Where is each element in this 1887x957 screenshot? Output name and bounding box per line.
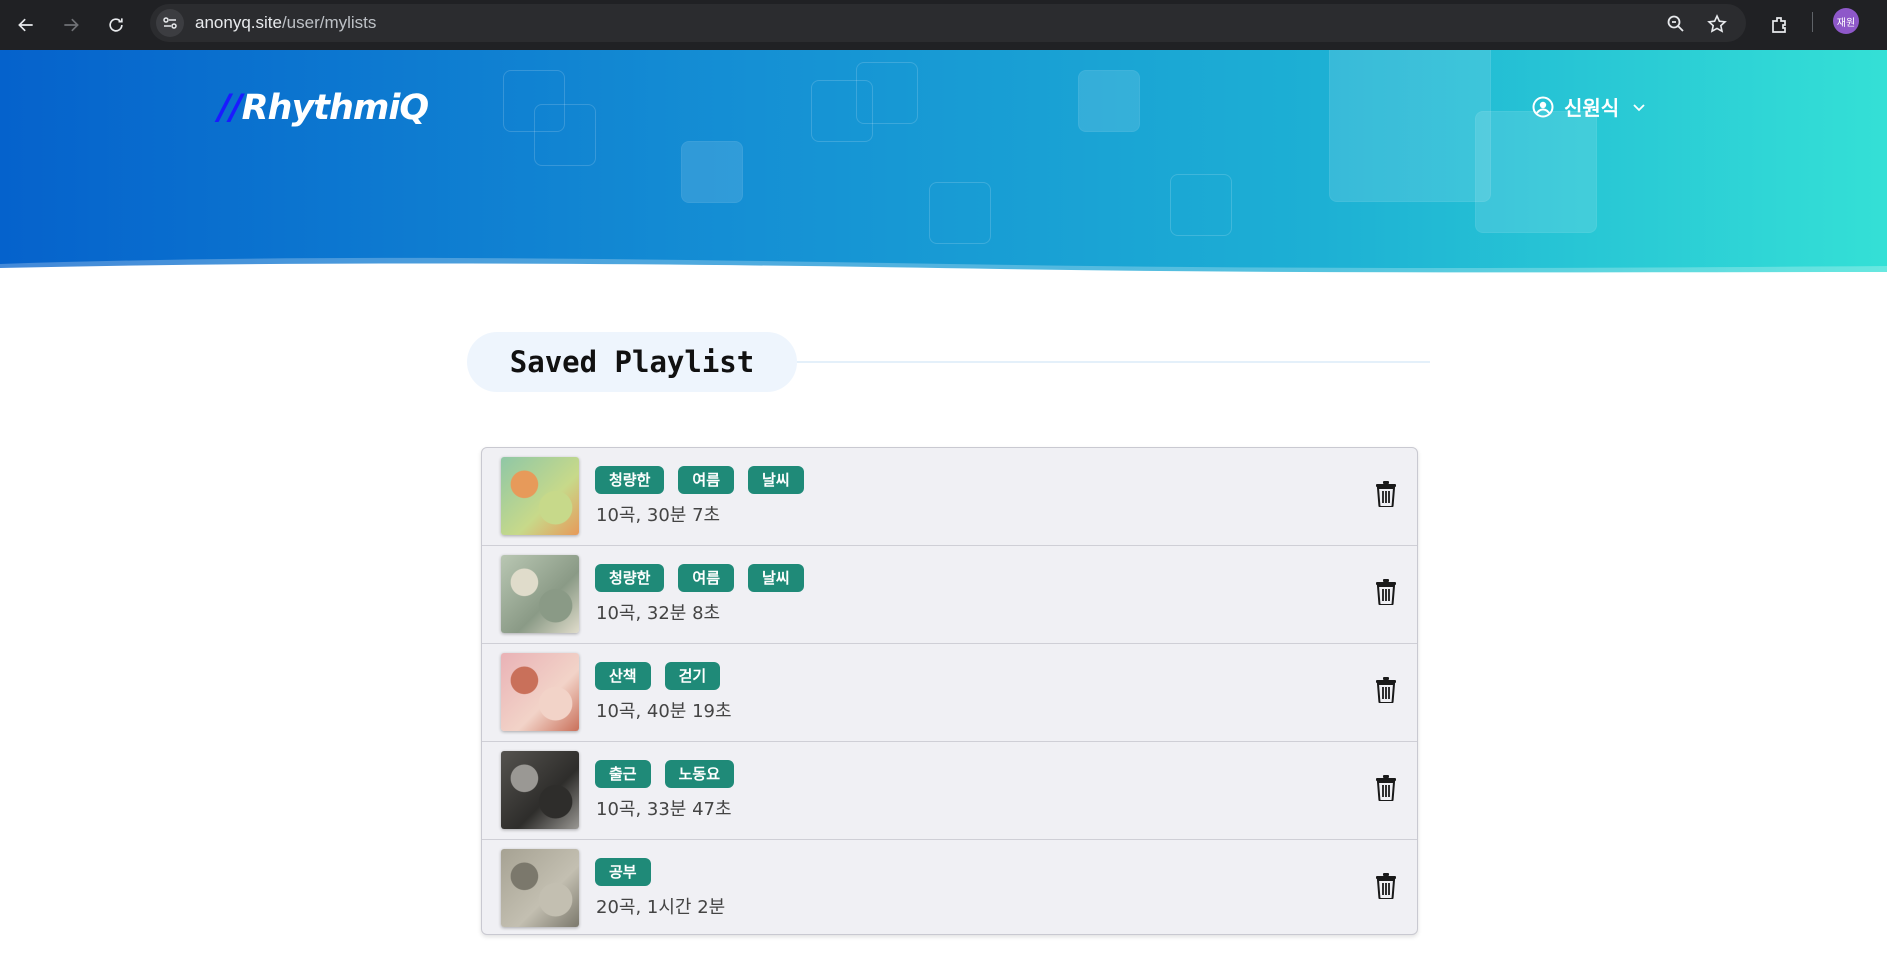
site-logo[interactable]: //RhythmiQ [218,88,430,128]
mood-tag: 여름 [678,564,735,592]
address-bar[interactable]: anonyq.site/user/mylists [150,4,1746,42]
site-header: //RhythmiQ 신원식 [0,50,1887,276]
mood-tag: 청량한 [595,564,665,592]
playlist-thumbnail[interactable] [501,751,579,829]
playlist-row[interactable]: 출근 노동요 10곡, 33분 47초 [482,742,1417,840]
trash-icon[interactable] [1375,481,1397,507]
site-info-button[interactable] [156,9,184,37]
chevron-down-icon [1633,103,1645,111]
mood-tag: 날씨 [748,466,804,494]
extensions-button[interactable] [1764,9,1796,41]
forward-button[interactable] [55,9,87,41]
playlist-row[interactable]: 산책 걷기 10곡, 40분 19초 [482,644,1417,742]
logo-slash: // [218,88,243,128]
reload-button[interactable] [100,9,132,41]
browser-toolbar: anonyq.site/user/mylists 재원 [0,0,1887,50]
reload-icon [109,18,123,32]
decor-square [1475,111,1597,233]
playlist-meta: 10곡, 32분 8초 [596,603,721,624]
page-title: Saved Playlist [509,345,755,379]
mood-tag: 여름 [678,466,735,494]
decor-square [681,141,743,203]
decor-square [534,104,596,166]
tag-list: 출근 노동요 [595,760,735,788]
playlist-thumbnail[interactable] [501,555,579,633]
playlist-row[interactable]: 공부 20곡, 1시간 2분 [482,840,1417,934]
decor-square [1170,174,1232,236]
header-wave [0,257,1887,276]
star-icon [1707,14,1727,33]
user-circle-icon [1532,96,1554,117]
mood-tag: 날씨 [748,564,804,592]
playlist-list: 청량한 여름 날씨 10곡, 30분 7초 청량한 여름 날씨 10곡, 32분 8초 산책 걷기… [481,447,1418,935]
back-button[interactable] [10,9,42,41]
url-path: /user/mylists [281,13,377,32]
playlist-meta: 10곡, 40분 19초 [596,701,732,722]
trash-icon[interactable] [1375,579,1397,605]
mood-tag: 걷기 [664,662,721,690]
mood-tag: 청량한 [595,466,665,494]
playlist-meta: 10곡, 30분 7초 [596,505,721,526]
trash-icon[interactable] [1375,873,1397,899]
playlist-meta: 20곡, 1시간 2분 [596,897,726,918]
playlist-meta: 10곡, 33분 47초 [596,799,732,820]
user-name: 신원식 [1564,96,1620,120]
bookmark-button[interactable] [1706,13,1728,35]
trash-icon[interactable] [1375,775,1397,801]
mood-tag: 출근 [595,760,651,788]
decor-square [929,182,991,244]
zoom-icon [1667,15,1684,32]
toolbar-divider [1812,12,1813,32]
playlist-row[interactable]: 청량한 여름 날씨 10곡, 32분 8초 [482,546,1417,644]
arrow-right-icon [64,18,79,32]
section-title-pill: Saved Playlist [467,332,797,392]
arrow-left-icon [18,18,33,32]
playlist-thumbnail[interactable] [501,457,579,535]
tune-icon [163,17,177,29]
tag-list: 청량한 여름 날씨 [595,564,804,592]
logo-text: RhythmiQ [241,88,430,128]
tag-list: 청량한 여름 날씨 [595,466,804,494]
mood-tag: 산책 [595,662,651,690]
url-text[interactable]: anonyq.site/user/mylists [195,13,376,33]
playlist-row[interactable]: 청량한 여름 날씨 10곡, 30분 7초 [482,448,1417,546]
url-host: anonyq.site [195,13,282,32]
trash-icon[interactable] [1375,677,1397,703]
puzzle-icon [1772,17,1786,33]
profile-avatar[interactable]: 재원 [1833,8,1859,34]
title-divider [797,361,1430,363]
decor-square [1078,70,1140,132]
playlist-thumbnail[interactable] [501,849,579,927]
playlist-thumbnail[interactable] [501,653,579,731]
zoom-button[interactable] [1665,13,1687,35]
decor-square [1329,50,1491,202]
tag-list: 산책 걷기 [595,662,721,690]
mood-tag: 공부 [595,858,651,886]
mood-tag: 노동요 [664,760,735,788]
user-menu[interactable]: 신원식 [1532,92,1647,121]
tag-list: 공부 [595,858,651,886]
decor-square [856,62,918,124]
